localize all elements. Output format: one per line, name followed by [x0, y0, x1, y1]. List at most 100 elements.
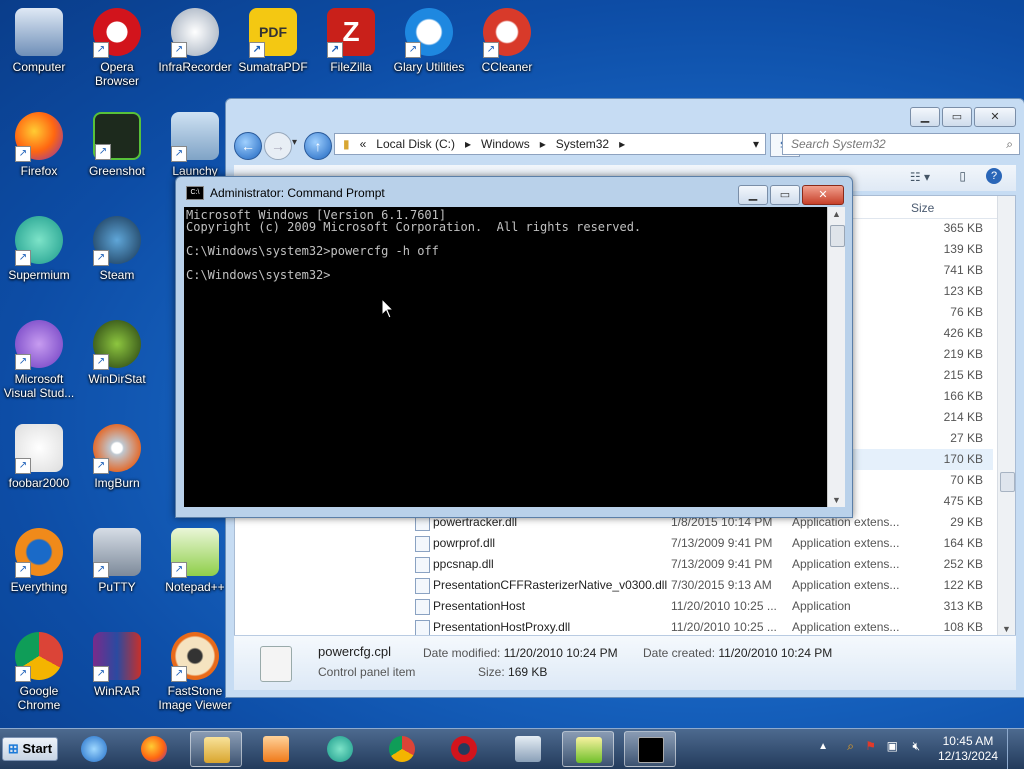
breadcrumb-separator-icon[interactable]: ▸ [540, 137, 546, 151]
taskbar-notepad[interactable] [562, 731, 614, 767]
cmd-minimize-button[interactable]: ▁ [738, 185, 768, 205]
desktop-icon-steam[interactable]: ↗ Steam [79, 216, 155, 282]
search-placeholder: Search System32 [791, 137, 886, 151]
view-options-icon[interactable]: ☷ ▾ [910, 170, 930, 184]
maximize-button[interactable]: ▭ [942, 107, 972, 127]
desktop-icon-chrome[interactable]: ↗ Google Chrome [1, 632, 77, 712]
taskbar-explorer[interactable] [190, 731, 242, 767]
command-prompt-window[interactable]: C:\ Administrator: Command Prompt ▁ ▭ ✕ … [175, 176, 853, 518]
desktop-icon-greenshot[interactable]: ↗ Greenshot [79, 112, 155, 178]
search-tray-icon[interactable]: ⌕ [847, 739, 854, 754]
opera-icon [451, 736, 477, 762]
taskbar-opera[interactable] [438, 731, 490, 767]
file-name-cell: PresentationHostProxy.dll [433, 620, 571, 634]
taskbar-firefox[interactable] [128, 731, 180, 767]
supermium-icon: ↗ [15, 216, 63, 266]
recent-pages-chevron-icon[interactable]: ▾ [292, 137, 297, 148]
size-column-header[interactable]: Size [911, 201, 934, 215]
address-dropdown-icon[interactable]: ▾ [753, 137, 759, 151]
up-arrow-icon[interactable]: ↑ [304, 132, 332, 160]
file-size-cell: 164 KB [943, 536, 983, 550]
address-bar[interactable]: ▮ « Local Disk (C:) ▸ Windows ▸ System32… [334, 133, 766, 155]
taskbar-chrome[interactable] [376, 731, 428, 767]
table-row[interactable]: powrprof.dll 7/13/2009 9:41 PM Application… [415, 533, 993, 554]
volume-muted-icon[interactable]: 🔇︎ [912, 739, 920, 754]
show-desktop-button[interactable] [1007, 729, 1020, 769]
file-size-cell: 475 KB [943, 494, 983, 508]
breadcrumb-local-disk[interactable]: Local Disk (C:) [376, 137, 455, 151]
desktop-icon-filezilla[interactable]: Z ↗ FileZilla [313, 8, 389, 74]
desktop-icon-computer[interactable]: Computer [1, 8, 77, 74]
breadcrumb-system32[interactable]: System32 [556, 137, 609, 151]
table-row[interactable]: PresentationHostProxy.dll 11/20/2010 10:2… [415, 617, 993, 636]
desktop-icon-everything[interactable]: ↗ Everything [1, 528, 77, 594]
desktop-icon-sumatrapdf[interactable]: PDF ↗ SumatraPDF [235, 8, 311, 74]
desktop-icon-firefox[interactable]: ↗ Firefox [1, 112, 77, 178]
desktop-icon-winrar[interactable]: ↗ WinRAR [79, 632, 155, 698]
supermium-icon [327, 736, 353, 762]
desktop-icon-putty[interactable]: ↗ PuTTY [79, 528, 155, 594]
internet-explorer-icon [81, 736, 107, 762]
scrollbar-thumb[interactable] [1000, 472, 1015, 492]
taskbar-supermium[interactable] [314, 731, 366, 767]
desktop-icon-foobar2000[interactable]: ↗ foobar2000 [1, 424, 77, 490]
file-date-cell: 7/13/2009 9:41 PM [671, 536, 773, 550]
desktop-icon-supermium[interactable]: ↗ Supermium [1, 216, 77, 282]
table-row[interactable]: PresentationHost 11/20/2010 10:25 ... Appl… [415, 596, 993, 617]
cmd-close-button[interactable]: ✕ [802, 185, 844, 205]
minimize-button[interactable]: ▁ [910, 107, 940, 127]
file-size-cell: 365 KB [943, 221, 983, 235]
details-pane: powercfg.cpl Control panel item Date mod… [234, 635, 1016, 690]
start-button[interactable]: ⊞ Start [2, 737, 58, 761]
search-input[interactable]: Search System32 ⌕ [782, 133, 1020, 155]
media-player-icon [263, 736, 289, 762]
desktop-icon-infrarecorder[interactable]: ↗ InfraRecorder [157, 8, 233, 74]
breadcrumb-separator-icon[interactable]: ▸ [619, 137, 625, 151]
table-row[interactable]: PresentationCFFRasterizerNative_v0300.dl… [415, 575, 993, 596]
desktop-icon-launchy[interactable]: ↗ Launchy [157, 112, 233, 178]
visual-studio-icon: ↗ [15, 320, 63, 370]
notepadpp-icon: ↗ [171, 528, 219, 578]
file-icon [415, 620, 430, 636]
desktop-icon-imgburn[interactable]: ↗ ImgBurn [79, 424, 155, 490]
console-scrollbar-thumb[interactable] [830, 225, 845, 247]
close-button[interactable]: ✕ [974, 107, 1016, 127]
clock[interactable]: 10:45 AM 12/13/2024 [938, 734, 998, 764]
desktop-icon-ccleaner[interactable]: ↗ CCleaner [469, 8, 545, 74]
taskbar-internet-explorer[interactable] [68, 731, 120, 767]
preview-pane-icon[interactable]: ▯ [959, 169, 966, 183]
breadcrumb-separator-icon[interactable]: ▸ [465, 137, 471, 151]
file-list-scrollbar[interactable]: ▼ [997, 196, 1015, 636]
foobar2000-icon: ↗ [15, 424, 63, 474]
action-center-icon[interactable]: ⚑ [865, 739, 876, 753]
breadcrumb-overflow-icon[interactable]: « [360, 137, 367, 151]
back-arrow-icon[interactable]: ← [234, 132, 262, 160]
everything-icon: ↗ [15, 528, 63, 578]
desktop-icon-windirstat[interactable]: ↗ WinDirStat [79, 320, 155, 386]
network-icon[interactable]: ▣ [887, 739, 898, 753]
desktop-icon-opera[interactable]: ↗ Opera Browser [79, 8, 155, 88]
taskbar-network-tool[interactable] [502, 731, 554, 767]
scroll-down-arrow-icon[interactable]: ▼ [832, 495, 841, 505]
scroll-down-arrow-icon[interactable]: ▼ [1002, 624, 1011, 634]
desktop-icon-faststone[interactable]: ↗ FastStone Image Viewer [157, 632, 233, 712]
forward-arrow-icon[interactable]: → [264, 132, 292, 160]
cmd-maximize-button[interactable]: ▭ [770, 185, 800, 205]
greenshot-icon: ↗ [93, 112, 141, 160]
table-row[interactable]: ppcsnap.dll 7/13/2009 9:41 PM Application … [415, 554, 993, 575]
desktop-icon-glary[interactable]: ↗ Glary Utilities [391, 8, 467, 74]
help-icon[interactable]: ? [986, 168, 1002, 184]
desktop-icon-visual-studio[interactable]: ↗ Microsoft Visual Stud... [1, 320, 77, 400]
taskbar-media-player[interactable] [250, 731, 302, 767]
console-scrollbar[interactable]: ▲ ▼ [827, 207, 845, 507]
cmd-title-bar[interactable]: C:\ Administrator: Command Prompt [186, 186, 385, 200]
console-output[interactable]: Microsoft Windows [Version 6.1.7601] Cop… [184, 207, 827, 507]
breadcrumb-windows[interactable]: Windows [481, 137, 530, 151]
command-prompt-icon [638, 737, 664, 763]
winrar-icon: ↗ [93, 632, 141, 682]
taskbar-command-prompt[interactable] [624, 731, 676, 767]
desktop-icon-notepadpp[interactable]: ↗ Notepad++ [157, 528, 233, 594]
scroll-up-arrow-icon[interactable]: ▲ [832, 209, 841, 219]
show-hidden-icons-chevron-icon[interactable]: ▲ [818, 741, 828, 752]
file-size-cell: 166 KB [943, 389, 983, 403]
